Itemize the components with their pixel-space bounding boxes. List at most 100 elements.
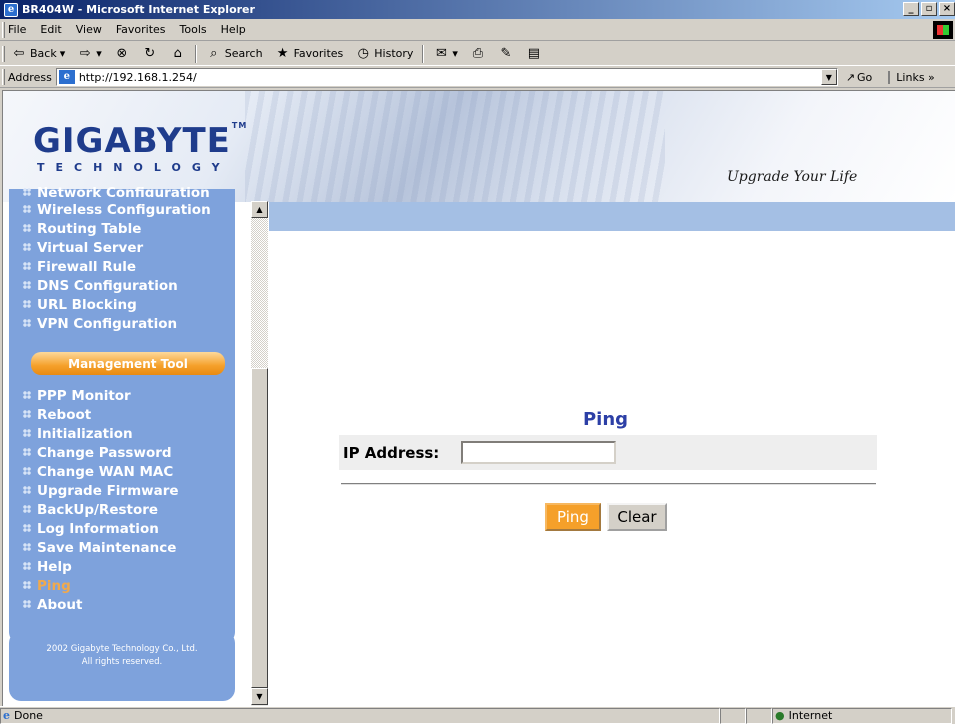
page-icon: e	[3, 709, 10, 722]
sidebar-item-reboot[interactable]: Reboot	[23, 407, 91, 423]
sidebar-item-network-configuration[interactable]: Network Configuration	[23, 185, 210, 197]
bullet-icon	[23, 543, 31, 551]
status-cell-2	[720, 707, 746, 724]
ip-address-row: IP Address:	[339, 435, 877, 470]
copyright-line-2: All rights reserved.	[81, 657, 163, 667]
sidebar-item-ppp-monitor[interactable]: PPP Monitor	[23, 388, 131, 404]
discuss-button[interactable]: ▤	[523, 46, 545, 62]
menu-tools[interactable]: Tools	[180, 23, 207, 36]
scroll-up-icon[interactable]: ▲	[251, 201, 268, 218]
sidebar-item-help[interactable]: Help	[23, 559, 72, 575]
history-button[interactable]: ◷ History	[352, 46, 416, 62]
close-button[interactable]: ×	[939, 2, 955, 16]
management-tool-header: Management Tool	[31, 352, 225, 375]
sidebar-item-routing-table[interactable]: Routing Table	[23, 221, 141, 237]
document-icon: ▤	[527, 45, 541, 61]
sidebar-item-label: BackUp/Restore	[37, 502, 159, 518]
sidebar-item-about[interactable]: About	[23, 597, 82, 613]
favorites-button[interactable]: ★ Favorites	[272, 46, 347, 62]
menu-edit[interactable]: Edit	[40, 23, 61, 36]
back-label: Back	[30, 47, 57, 60]
address-label: Address	[8, 70, 52, 84]
forward-button[interactable]: ⇨ ▾	[74, 46, 105, 62]
sidebar-item-label: Help	[37, 559, 72, 575]
search-button[interactable]: ⌕ Search	[203, 46, 266, 62]
menu-favorites[interactable]: Favorites	[116, 23, 166, 36]
title-bar: e BR404W - Microsoft Internet Explorer _…	[0, 0, 955, 19]
chevron-down-icon[interactable]: ▼	[820, 69, 837, 85]
sidebar-item-label: Network Configuration	[37, 185, 210, 197]
logo-text: GIGABYTE	[33, 121, 231, 161]
sidebar-item-firewall-rule[interactable]: Firewall Rule	[23, 259, 136, 275]
sidebar-item-initialization[interactable]: Initialization	[23, 426, 133, 442]
sidebar-item-vpn-configuration[interactable]: VPN Configuration	[23, 316, 177, 332]
sidebar-item-label: Change Password	[37, 445, 172, 461]
clear-button[interactable]: Clear	[607, 503, 667, 531]
sidebar-item-wireless-configuration[interactable]: Wireless Configuration	[23, 202, 211, 218]
menu-bar: File Edit View Favorites Tools Help	[0, 19, 955, 41]
forward-arrow-icon: ⇨	[79, 45, 91, 61]
page-viewport: GIGABYTETM TECHNOLOGY Upgrade Your Life …	[2, 90, 955, 706]
go-button[interactable]: ↗ Go	[846, 71, 872, 84]
sidebar-item-label: URL Blocking	[37, 297, 137, 313]
bullet-icon	[23, 224, 31, 232]
links-button[interactable]: Links »	[888, 70, 935, 84]
links-label: Links	[896, 70, 925, 84]
sidebar-item-backup-restore[interactable]: BackUp/Restore	[23, 502, 158, 518]
refresh-button[interactable]: ↻	[139, 46, 161, 62]
favorites-label: Favorites	[293, 47, 344, 60]
ip-address-label: IP Address:	[343, 443, 440, 462]
sidebar-item-url-blocking[interactable]: URL Blocking	[23, 297, 137, 313]
gigabyte-logo[interactable]: GIGABYTETM	[33, 121, 247, 161]
stop-button[interactable]: ⊗	[111, 46, 133, 62]
sidebar-item-label: DNS Configuration	[37, 278, 178, 294]
window-title: BR404W - Microsoft Internet Explorer	[22, 3, 255, 16]
bullet-icon	[23, 429, 31, 437]
sidebar-item-ping[interactable]: Ping	[23, 578, 71, 594]
sidebar-item-label: Upgrade Firmware	[37, 483, 179, 499]
print-button[interactable]: ⎙	[467, 46, 489, 62]
maximize-button[interactable]: ▫	[921, 2, 937, 16]
bullet-icon	[23, 262, 31, 270]
scroll-track[interactable]	[251, 218, 268, 368]
sidebar-item-upgrade-firmware[interactable]: Upgrade Firmware	[23, 483, 179, 499]
windows-logo-icon	[933, 21, 953, 39]
address-url[interactable]: http://192.168.1.254/	[79, 71, 197, 84]
ping-button[interactable]: Ping	[545, 503, 601, 531]
back-button[interactable]: ⇦ Back ▾	[8, 46, 68, 62]
search-icon: ⌕	[210, 45, 218, 61]
sidebar-item-save-maintenance[interactable]: Save Maintenance	[23, 540, 176, 556]
sidebar-item-label: Reboot	[37, 407, 92, 423]
bullet-icon	[23, 600, 31, 608]
sidebar-item-virtual-server[interactable]: Virtual Server	[23, 240, 143, 256]
sidebar-item-log-information[interactable]: Log Information	[23, 521, 159, 537]
status-cell-3	[746, 707, 772, 724]
sidebar-scrollbar[interactable]: ▲ ▼	[251, 201, 268, 706]
home-button[interactable]: ⌂	[167, 46, 189, 62]
sidebar-footer: 2002 Gigabyte Technology Co., Ltd. All r…	[9, 631, 235, 701]
edit-button[interactable]: ✎	[495, 46, 517, 62]
address-bar[interactable]: e http://192.168.1.254/ ▼	[55, 68, 838, 86]
menu-file[interactable]: File	[8, 23, 26, 36]
bullet-icon	[23, 243, 31, 251]
bullet-icon	[23, 205, 31, 213]
status-text: Done	[14, 709, 43, 722]
minimize-button[interactable]: _	[903, 2, 919, 16]
menu-view[interactable]: View	[76, 23, 102, 36]
sidebar-item-dns-configuration[interactable]: DNS Configuration	[23, 278, 178, 294]
go-label: Go	[857, 70, 873, 84]
sidebar-item-label: About	[37, 597, 83, 613]
status-text-cell: e Done	[0, 707, 720, 724]
divider	[341, 483, 876, 485]
bullet-icon	[23, 581, 31, 589]
menu-help[interactable]: Help	[221, 23, 246, 36]
ip-address-input[interactable]	[461, 441, 617, 464]
go-arrow-icon: ↗	[845, 70, 856, 84]
sidebar-item-change-password[interactable]: Change Password	[23, 445, 172, 461]
copyright-text: 2002 Gigabyte Technology Co., Ltd. All r…	[9, 643, 235, 669]
scroll-down-icon[interactable]: ▼	[251, 688, 268, 705]
scroll-thumb[interactable]	[251, 368, 268, 688]
sidebar-item-change-wan-mac[interactable]: Change WAN MAC	[23, 464, 173, 480]
zone-cell: ● Internet	[772, 707, 952, 724]
mail-button[interactable]: ✉ ▾	[430, 46, 461, 62]
